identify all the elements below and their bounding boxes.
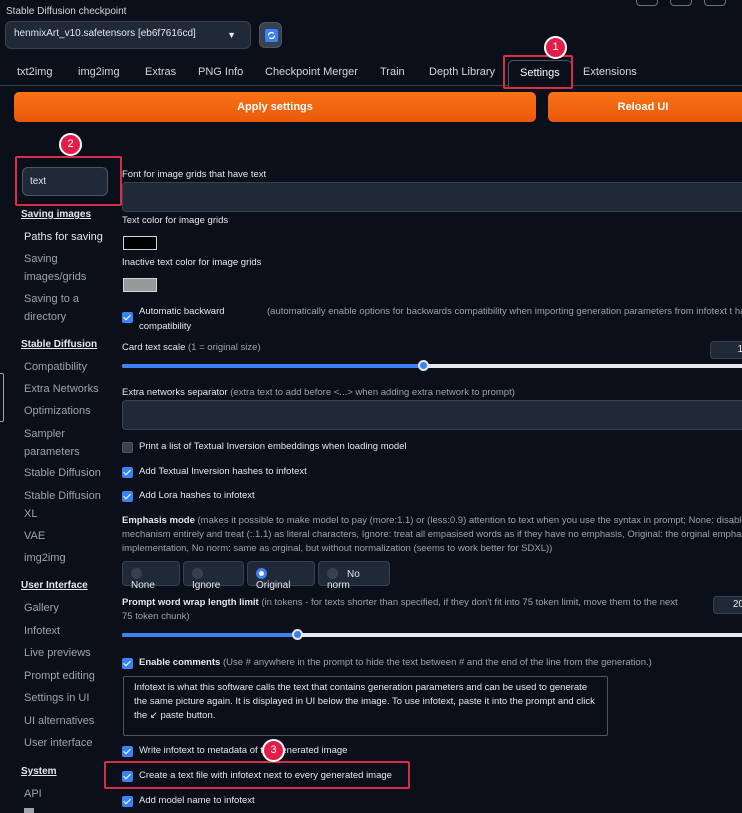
inactive-color-label: Inactive text color for image grids [122, 257, 262, 268]
auto-compat-hint: (automatically enable options for backwa… [267, 306, 742, 317]
add-model-name-label: Add model name to infotext [139, 795, 255, 806]
sidebar-item-api[interactable]: API [24, 785, 42, 803]
checkpoint-label: Stable Diffusion checkpoint [6, 6, 127, 17]
card-scale-thumb[interactable] [418, 360, 429, 371]
sidebar-item-infotext[interactable]: Infotext [24, 622, 60, 640]
chevron-down-icon: ▼ [227, 30, 236, 40]
sidebar-item-stable-diffusion[interactable]: Stable Diffusion [24, 464, 101, 482]
sidebar-item-sampler-parameters[interactable]: Sampler parameters [24, 425, 104, 461]
sidebar-item-paths-for-saving[interactable]: Paths for saving [24, 228, 103, 246]
checkpoint-value: henmixArt_v10.safetensors [eb6f7616cd] [14, 28, 196, 39]
sidebar-item-img2img[interactable]: img2img [24, 549, 66, 567]
font-grid-label: Font for image grids that have text [122, 169, 267, 180]
card-scale-fill [122, 364, 424, 368]
write-meta-checkbox[interactable] [122, 746, 133, 757]
tab-extensions[interactable]: Extensions [583, 66, 637, 78]
add-model-name-checkbox[interactable] [122, 796, 133, 807]
text-color-swatch[interactable] [123, 236, 157, 250]
emphasis-option-no-norm[interactable]: No norm [318, 561, 390, 591]
sidebar-item-optimizations[interactable]: Optimizations [24, 402, 91, 420]
sidebar-item-saving-images-grids[interactable]: Saving images/grids [24, 250, 104, 286]
sidebar-item-extra-networks[interactable]: Extra Networks [24, 380, 99, 398]
reload-ui-button[interactable]: Reload UI [548, 92, 742, 122]
add-ti-hash-label: Add Textual Inversion hashes to infotext [139, 466, 307, 477]
text-color-label: Text color for image grids [122, 215, 229, 226]
sidebar-section-user-interface[interactable]: User Interface [21, 580, 88, 591]
apply-settings-button[interactable]: Apply settings [14, 92, 536, 122]
wrap-limit-number[interactable]: 20 [713, 596, 742, 614]
tab-extras[interactable]: Extras [145, 66, 176, 78]
sidebar-item-ui-alternatives[interactable]: UI alternatives [24, 712, 94, 730]
tab-png-info[interactable]: PNG Info [198, 66, 243, 78]
extra-sep-input[interactable] [122, 400, 742, 430]
font-grid-input[interactable] [122, 182, 742, 212]
tab-checkpoint-merger[interactable]: Checkpoint Merger [265, 66, 358, 78]
sidebar-item-prompt-editing[interactable]: Prompt editing [24, 667, 95, 685]
sidebar-item-cutoff [24, 808, 34, 813]
write-meta-label: Write infotext to metadata of the genera… [139, 745, 348, 756]
highlight-settings-tab [503, 55, 573, 89]
sidebar-item-live-previews[interactable]: Live previews [24, 644, 91, 662]
sidebar-section-saving-images[interactable]: Saving images [21, 209, 91, 220]
top-toolbar-icons [636, 0, 742, 8]
highlight-search-box [15, 156, 122, 206]
sidebar-section-stable-diffusion[interactable]: Stable Diffusion [21, 339, 97, 350]
sidebar-section-system[interactable]: System [21, 766, 57, 777]
emphasis-option-original[interactable]: Original [247, 561, 315, 591]
wrap-limit-label: Prompt word wrap length limit (in tokens… [122, 597, 678, 622]
tab-img2img[interactable]: img2img [78, 66, 120, 78]
enable-comments-checkbox[interactable] [122, 658, 133, 669]
checkpoint-dropdown[interactable]: henmixArt_v10.safetensors [eb6f7616cd] ▼ [5, 21, 251, 49]
card-scale-label: Card text scale (1 = original size) [122, 342, 261, 353]
annotation-badge-2: 2 [59, 133, 82, 156]
annotation-badge-3: 3 [262, 739, 285, 762]
panel-edge-marker [0, 373, 4, 422]
sidebar-item-gallery[interactable]: Gallery [24, 599, 59, 617]
print-ti-label: Print a list of Textual Inversion embedd… [139, 441, 407, 452]
sidebar-item-compatibility[interactable]: Compatibility [24, 358, 87, 376]
menu-icon[interactable] [670, 0, 692, 6]
tab-train[interactable]: Train [380, 66, 405, 78]
emphasis-option-none[interactable]: None [122, 561, 180, 591]
plus-icon[interactable] [704, 0, 726, 6]
wrap-limit-fill [122, 633, 298, 637]
highlight-create-txt [104, 761, 410, 789]
inactive-color-swatch[interactable] [123, 278, 157, 292]
refresh-icon [265, 29, 278, 42]
emphasis-label: Emphasis mode (makes it possible to make… [122, 515, 742, 554]
sidebar-item-user-interface[interactable]: User interface [24, 734, 92, 752]
add-ti-hash-checkbox[interactable] [122, 467, 133, 478]
sidebar-item-saving-to-directory[interactable]: Saving to a directory [24, 290, 104, 326]
infotext-note: Infotext is what this software calls the… [123, 676, 608, 736]
refresh-checkpoint-button[interactable] [259, 22, 282, 48]
card-scale-number[interactable]: 1 [710, 341, 742, 359]
main-tabs: txt2img img2img Extras PNG Info Checkpoi… [0, 60, 742, 87]
tab-txt2img[interactable]: txt2img [17, 66, 52, 78]
sidebar-item-vae[interactable]: VAE [24, 527, 45, 545]
sidebar-item-stable-diffusion-xl[interactable]: Stable Diffusion XL [24, 487, 104, 523]
add-lora-hash-label: Add Lora hashes to infotext [139, 490, 255, 501]
extra-sep-label: Extra networks separator (extra text to … [122, 387, 515, 398]
annotation-badge-1: 1 [544, 36, 567, 59]
auto-compat-checkbox[interactable] [122, 312, 133, 323]
emphasis-option-ignore[interactable]: Ignore [183, 561, 244, 591]
chat-icon[interactable] [636, 0, 658, 6]
tab-depth-library[interactable]: Depth Library [429, 66, 495, 78]
enable-comments-label: Enable comments (Use # anywhere in the p… [139, 657, 652, 668]
print-ti-checkbox[interactable] [122, 442, 133, 453]
wrap-limit-thumb[interactable] [292, 629, 303, 640]
sidebar-item-settings-in-ui[interactable]: Settings in UI [24, 689, 89, 707]
add-lora-hash-checkbox[interactable] [122, 491, 133, 502]
auto-compat-label: Automatic backward compatibility [139, 306, 225, 332]
